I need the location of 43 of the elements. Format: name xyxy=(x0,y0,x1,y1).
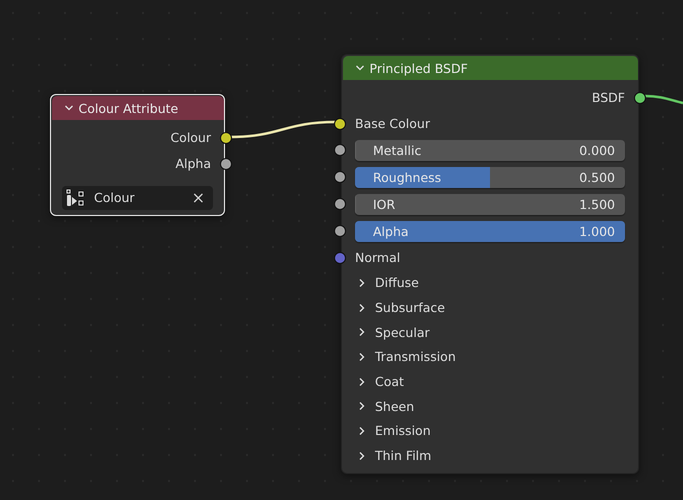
slider-value: 0.000 xyxy=(579,142,615,158)
input-socket[interactable] xyxy=(334,252,346,264)
value-slider[interactable]: IOR 1.500 xyxy=(355,194,625,214)
socket-label: Alpha xyxy=(175,156,211,171)
output-socket[interactable] xyxy=(220,158,232,170)
value-slider[interactable]: Roughness 0.500 xyxy=(355,166,625,188)
input-socket[interactable] xyxy=(334,171,346,183)
panel-toggle[interactable]: Transmission xyxy=(341,344,639,370)
input-socket[interactable] xyxy=(334,144,346,156)
slider-label: Roughness xyxy=(373,170,442,184)
attribute-field[interactable]: Colour × xyxy=(62,186,213,210)
panel-toggle[interactable]: Diffuse xyxy=(341,270,639,296)
input-socket[interactable] xyxy=(334,225,346,237)
input-socket[interactable] xyxy=(334,198,346,210)
panel-toggle[interactable]: Emission xyxy=(341,418,639,444)
field-value: Colour xyxy=(94,190,136,205)
value-slider[interactable]: Metallic 0.000 xyxy=(355,140,625,160)
panel-toggle[interactable]: Thin Film xyxy=(341,443,639,468)
slider-label: IOR xyxy=(373,196,396,212)
output-socket[interactable] xyxy=(220,132,232,144)
panel-toggle[interactable]: Specular xyxy=(341,320,639,345)
slider-label: Alpha xyxy=(373,224,409,238)
slider-label: Metallic xyxy=(373,142,422,158)
node-title: Principled BSDF xyxy=(370,60,468,76)
node-title: Colour Attribute xyxy=(78,100,178,116)
panel-toggle[interactable]: Coat xyxy=(341,369,639,394)
panel-toggle[interactable]: Sheen xyxy=(341,394,639,419)
value-slider[interactable]: Alpha 1.000 xyxy=(355,220,625,242)
socket-label: BSDF xyxy=(592,90,625,105)
collapse-icon[interactable] xyxy=(64,103,74,113)
socket-label: Base Colour xyxy=(355,116,430,131)
attribute-icon xyxy=(66,188,86,206)
clear-icon[interactable]: × xyxy=(192,190,205,206)
socket-label: Normal xyxy=(355,250,400,265)
socket-label: Colour xyxy=(170,130,211,145)
wire[interactable] xyxy=(644,94,683,104)
output-socket[interactable] xyxy=(634,92,646,104)
slider-value: 0.500 xyxy=(579,170,615,184)
input-socket[interactable] xyxy=(334,118,346,130)
collapse-icon[interactable] xyxy=(354,63,364,73)
slider-value: 1.000 xyxy=(579,224,615,238)
slider-value: 1.500 xyxy=(579,196,615,212)
panel-toggle[interactable]: Subsurface xyxy=(341,295,639,320)
